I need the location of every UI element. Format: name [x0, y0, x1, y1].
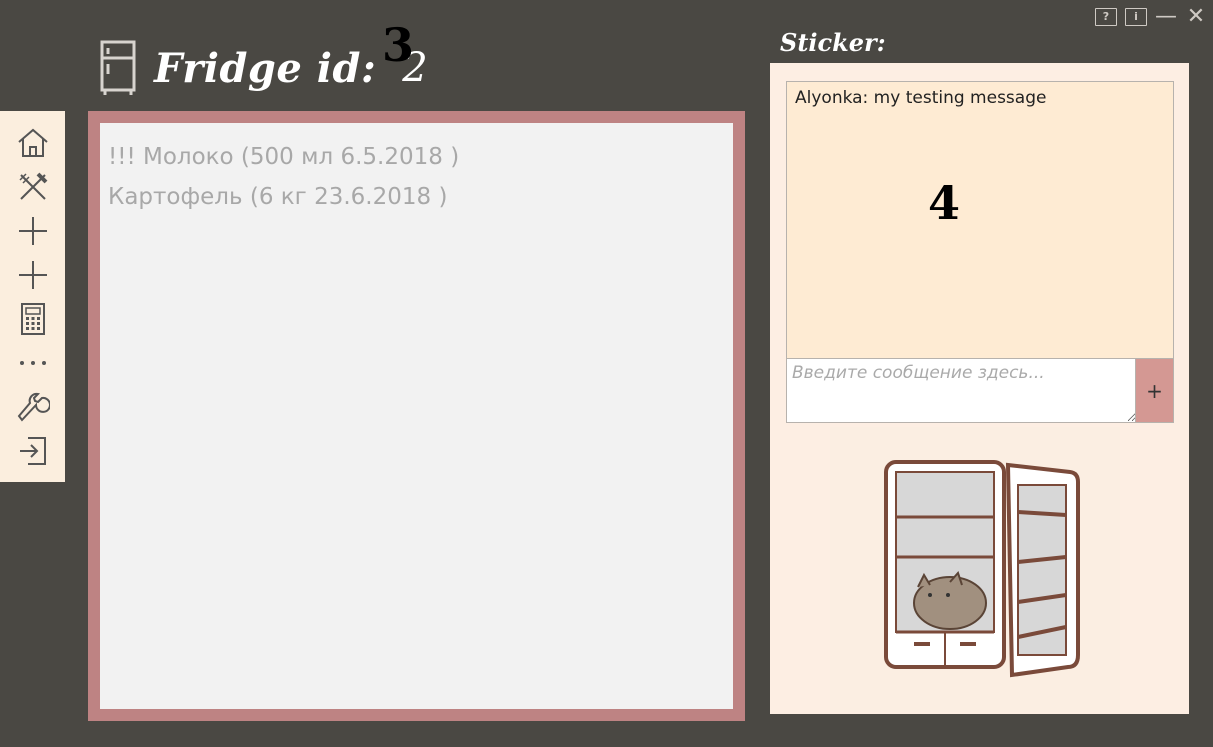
logout-icon	[19, 437, 46, 465]
cutlery-icon	[18, 172, 47, 200]
sticker-panel: Alyonka: my testing message +	[770, 63, 1189, 714]
wrench-icon	[17, 392, 50, 422]
sticker-title: Sticker:	[780, 28, 886, 57]
product-list[interactable]: !!! Молоко (500 мл 6.5.2018 ) Картофель …	[100, 123, 733, 709]
message-item: Alyonka: my testing message	[795, 88, 1047, 108]
more-icon	[19, 361, 46, 365]
fridge-icon	[100, 40, 136, 95]
sidebar-item-home[interactable]	[13, 121, 53, 165]
title-label: Fridge id:	[154, 44, 377, 92]
sidebar-item-logout[interactable]	[13, 429, 53, 473]
plus-icon	[18, 217, 47, 245]
sidebar-item-more[interactable]	[13, 341, 53, 385]
fridge-cat-illustration	[830, 427, 1120, 712]
sidebar-item-calculator[interactable]	[13, 297, 53, 341]
list-item[interactable]: Картофель (6 кг 23.6.2018 )	[108, 177, 725, 217]
send-message-button[interactable]: +	[1135, 358, 1174, 423]
message-list[interactable]: Alyonka: my testing message	[786, 81, 1174, 359]
sidebar-item-add-product[interactable]	[13, 209, 53, 253]
plus-icon	[18, 261, 47, 289]
calculator-icon	[20, 303, 45, 335]
window-controls: ? i — ✕	[1095, 4, 1207, 29]
sidebar	[0, 111, 65, 482]
sidebar-item-food[interactable]	[13, 165, 53, 209]
marker-4: 4	[928, 176, 961, 230]
close-button[interactable]: ✕	[1185, 4, 1207, 29]
list-item[interactable]: !!! Молоко (500 мл 6.5.2018 )	[108, 137, 725, 177]
home-icon	[17, 128, 48, 157]
product-list-frame: !!! Молоко (500 мл 6.5.2018 ) Картофель …	[88, 111, 745, 721]
sidebar-item-settings[interactable]	[13, 385, 53, 429]
page-title: Fridge id: 2	[100, 40, 428, 96]
message-input[interactable]	[786, 358, 1136, 423]
minimize-button[interactable]: —	[1155, 4, 1177, 29]
info-icon[interactable]: i	[1125, 7, 1147, 26]
sidebar-item-add[interactable]	[13, 253, 53, 297]
marker-3: 3	[382, 18, 415, 72]
help-icon[interactable]: ?	[1095, 7, 1117, 26]
